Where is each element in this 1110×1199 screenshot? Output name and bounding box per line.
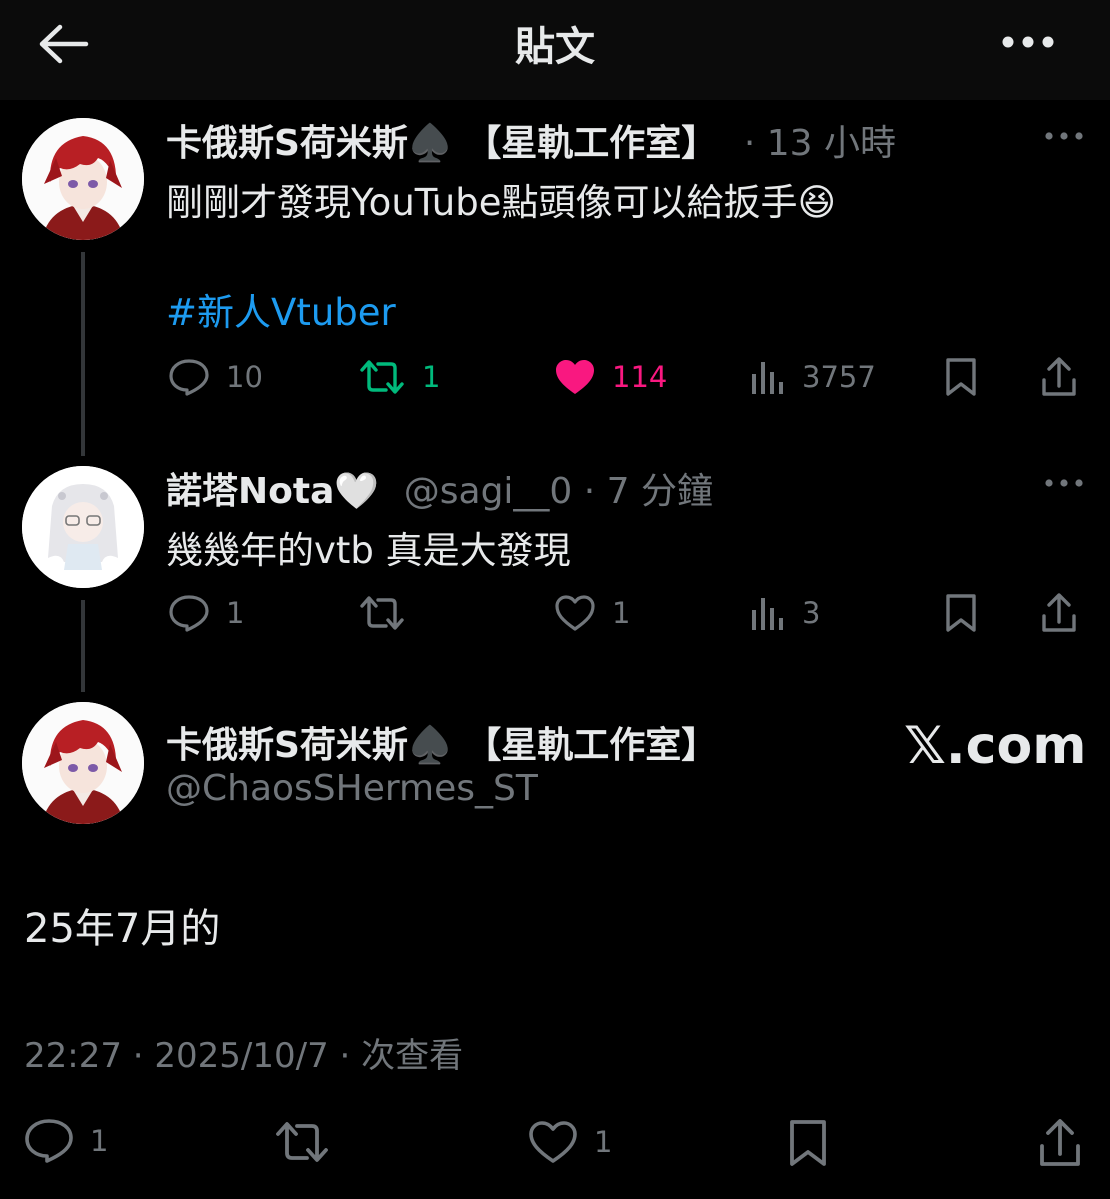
heart-filled-icon xyxy=(556,360,594,394)
bookmark-icon xyxy=(946,594,976,632)
tweet-time: · 13 小時 xyxy=(743,123,896,164)
thread-line xyxy=(81,600,85,692)
thread-line xyxy=(81,252,85,456)
retweet-button[interactable]: 1 xyxy=(358,358,440,396)
retweet-icon xyxy=(360,360,404,394)
display-name[interactable]: 諾塔Nota🤍 xyxy=(166,471,379,512)
page-title: 貼文 xyxy=(515,24,595,70)
views-button[interactable]: 3757 xyxy=(750,358,876,396)
bookmark-button[interactable] xyxy=(788,1118,828,1168)
retweet-count: 1 xyxy=(422,360,441,394)
reply-icon xyxy=(169,359,209,396)
share-icon xyxy=(1042,357,1076,396)
more-horizontal-icon[interactable] xyxy=(1000,30,1056,54)
display-name[interactable]: 卡俄斯S荷米斯♠️ 【星軌工作室】 xyxy=(166,716,717,768)
reply-icon xyxy=(169,595,209,632)
tweet-text: 幾幾年的vtb 真是大發現 xyxy=(166,529,571,572)
reply-button[interactable]: 1 xyxy=(24,1118,108,1164)
tweet-text: 剛剛才發現YouTube點頭像可以給扳手😆 xyxy=(166,181,837,224)
like-count: 1 xyxy=(594,1125,613,1159)
share-button[interactable] xyxy=(1040,356,1078,398)
share-button[interactable] xyxy=(1040,592,1078,634)
like-button[interactable]: 1 xyxy=(554,594,630,632)
like-count: 114 xyxy=(612,360,668,394)
retweet-button[interactable] xyxy=(274,1120,330,1164)
retweet-icon xyxy=(276,1122,328,1162)
views-chart-icon xyxy=(752,598,783,630)
heart-outline-icon xyxy=(529,1121,577,1163)
tweet-handle-time: @sagi__0 · 7 分鐘 xyxy=(403,471,714,512)
hashtag-link[interactable]: #新人Vtuber xyxy=(166,282,396,336)
x-com-watermark: 𝕏.com xyxy=(904,716,1087,776)
top-bar: 貼文 xyxy=(0,0,1110,100)
like-button[interactable]: 1 xyxy=(528,1120,612,1164)
tweet-author-row[interactable]: 諾塔Nota🤍 @sagi__0 · 7 分鐘 xyxy=(166,462,713,514)
views-button[interactable]: 3 xyxy=(750,594,820,632)
avatar[interactable] xyxy=(22,118,144,240)
reply-button[interactable]: 1 xyxy=(168,594,244,632)
share-icon xyxy=(1042,593,1076,632)
retweet-button[interactable] xyxy=(358,594,406,632)
share-icon xyxy=(1040,1119,1080,1166)
bookmark-button[interactable] xyxy=(944,592,978,634)
tweet-timestamp: 22:27 · 2025/10/7 · 次查看 xyxy=(24,1036,464,1076)
share-button[interactable] xyxy=(1038,1118,1082,1168)
avatar[interactable] xyxy=(22,466,144,588)
retweet-icon xyxy=(360,596,404,630)
more-horizontal-icon[interactable] xyxy=(1044,131,1084,141)
reply-button[interactable]: 10 xyxy=(168,358,263,396)
like-count: 1 xyxy=(612,596,631,630)
more-horizontal-icon[interactable] xyxy=(1044,478,1084,488)
bookmark-icon xyxy=(946,358,976,396)
tweet-text: 25年7月的 xyxy=(24,906,221,952)
user-handle[interactable]: @ChaosSHermes_ST xyxy=(166,768,538,809)
bookmark-icon xyxy=(790,1120,826,1166)
avatar[interactable] xyxy=(22,702,144,824)
tweet-author-row[interactable]: 卡俄斯S荷米斯♠️ 【星軌工作室】 · 13 小時 xyxy=(166,114,896,166)
views-chart-icon xyxy=(752,362,783,394)
like-button[interactable]: 114 xyxy=(554,358,667,396)
heart-outline-icon xyxy=(555,595,595,631)
reply-icon xyxy=(25,1119,73,1163)
reply-count: 1 xyxy=(226,596,245,630)
reply-count: 10 xyxy=(226,360,263,394)
reply-count: 1 xyxy=(90,1124,109,1158)
views-count: 3 xyxy=(802,596,821,630)
views-count: 3757 xyxy=(802,360,876,394)
display-name[interactable]: 卡俄斯S荷米斯♠️ 【星軌工作室】 xyxy=(166,123,717,164)
bookmark-button[interactable] xyxy=(944,356,978,398)
